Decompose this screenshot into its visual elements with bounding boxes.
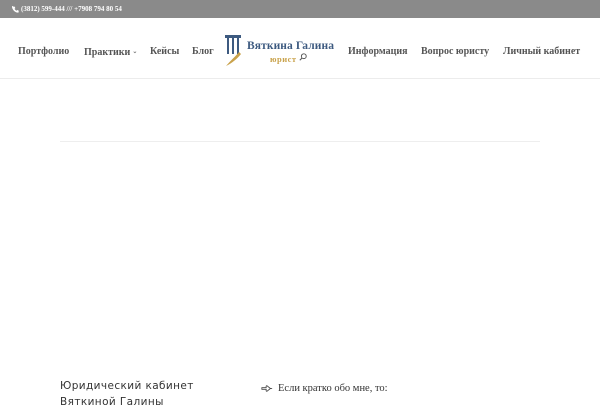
site-logo[interactable]: Вяткина Галина юрист bbox=[223, 32, 341, 70]
footer-intro: Если кратко обо мне, то: bbox=[261, 383, 388, 394]
phone-icon bbox=[12, 5, 19, 13]
site-header: Портфолио Практики ⌄ Кейсы Блог Вяткина Г… bbox=[0, 18, 600, 79]
footer-intro-text: Если кратко обо мне, то: bbox=[278, 383, 388, 394]
pointing-hand-icon bbox=[261, 385, 273, 392]
nav-item-ask-lawyer[interactable]: Вопрос юристу bbox=[421, 46, 489, 58]
footer-about-title: Юридический кабинет Вяткиной Галины bbox=[60, 378, 194, 410]
logo-name: Вяткина Галина bbox=[247, 40, 335, 52]
nav-item-cases[interactable]: Кейсы bbox=[150, 46, 179, 58]
top-bar: (3812) 599-444 /// +7908 794 80 54 bbox=[0, 0, 600, 18]
nav-item-portfolio[interactable]: Портфолио bbox=[18, 46, 69, 58]
search-icon[interactable] bbox=[299, 53, 307, 61]
nav-item-blog[interactable]: Блог bbox=[192, 46, 214, 58]
phone-numbers: (3812) 599-444 /// +7908 794 80 54 bbox=[21, 5, 122, 13]
nav-item-personal-cabinet[interactable]: Личный кабинет bbox=[503, 46, 580, 58]
nav-item-information[interactable]: Информация bbox=[348, 46, 408, 58]
footer-title-line-1: Юридический кабинет bbox=[60, 380, 194, 392]
content-divider bbox=[60, 141, 540, 142]
column-pen-icon bbox=[225, 35, 241, 66]
contact-phones[interactable]: (3812) 599-444 /// +7908 794 80 54 bbox=[12, 0, 122, 18]
logo-subtitle: юрист bbox=[270, 54, 297, 64]
chevron-down-icon: ⌄ bbox=[132, 49, 138, 55]
footer-title-line-2: Вяткиной Галины bbox=[60, 396, 164, 408]
nav-item-practices[interactable]: Практики ⌄ bbox=[84, 46, 137, 59]
nav-item-practices-label: Практики bbox=[84, 47, 131, 58]
